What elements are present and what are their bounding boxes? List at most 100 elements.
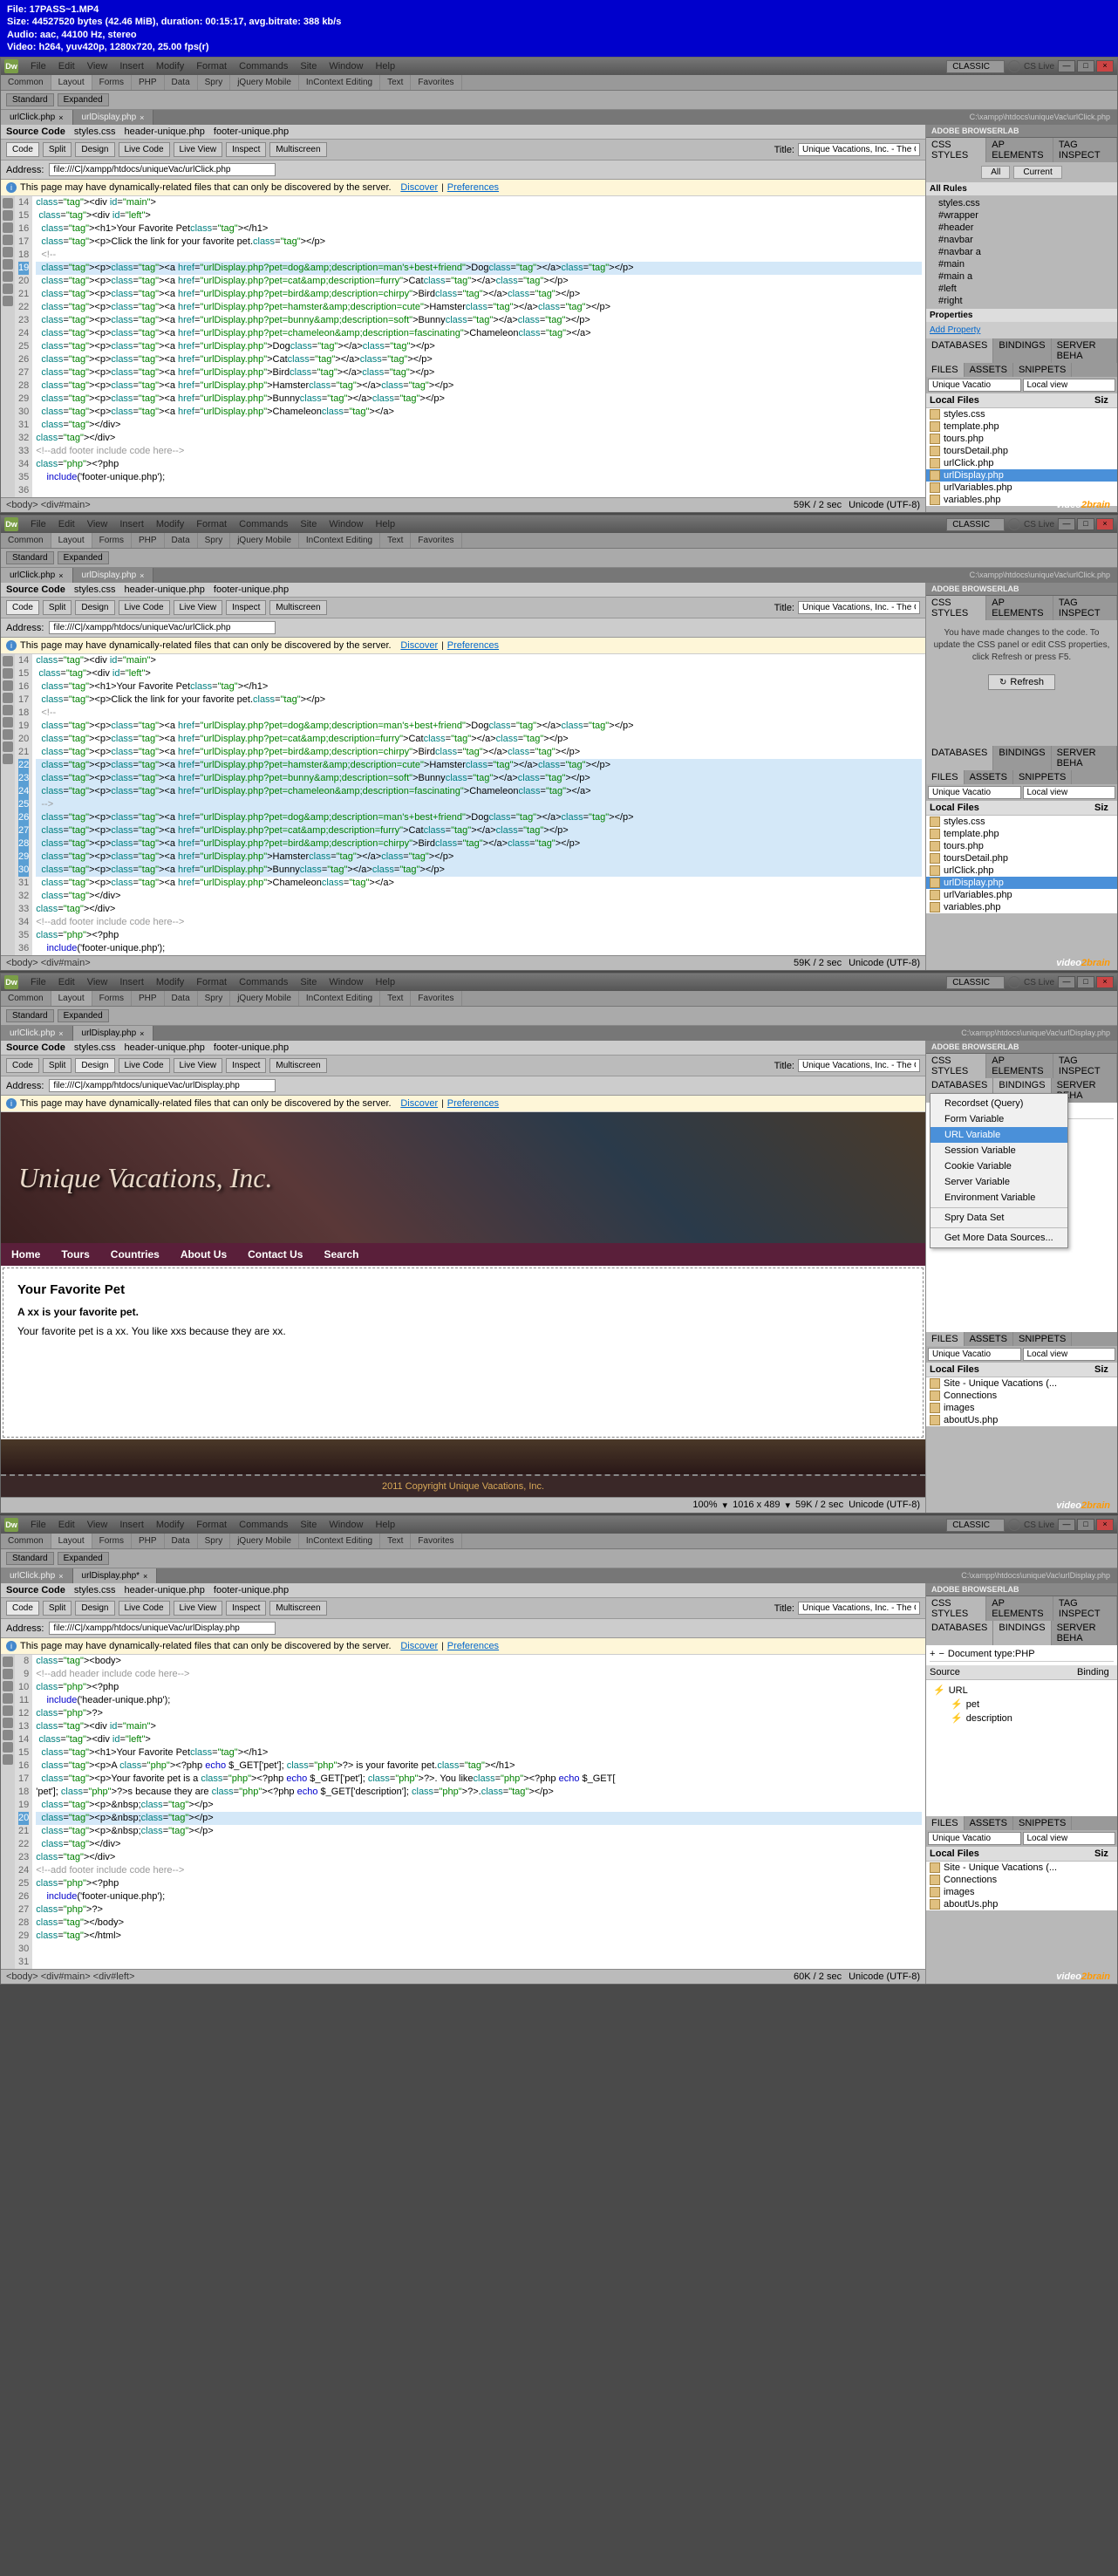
insert-tab-jquery-mobile[interactable]: jQuery Mobile [230,533,299,548]
insert-tab-text[interactable]: Text [380,991,411,1006]
cslive-link[interactable]: CS Live [1024,62,1054,72]
insert-tab-data[interactable]: Data [165,1534,198,1548]
search-icon[interactable] [1008,976,1020,988]
min-button[interactable]: — [1058,1519,1075,1531]
menu-view[interactable]: View [82,1518,113,1532]
menu-item[interactable]: Cookie Variable [931,1158,1067,1174]
menu-item[interactable]: Form Variable [931,1111,1067,1127]
panel-tab[interactable]: ASSETS [965,770,1013,784]
discover-link[interactable]: Discover [400,1641,438,1651]
tag-selector[interactable]: <body> <div#main> [6,500,91,510]
insert-tab-favorites[interactable]: Favorites [411,75,461,90]
insert-tab-incontext-editing[interactable]: InContext Editing [299,991,380,1006]
doc-tab[interactable]: urlDisplay.php × [73,110,154,125]
view-code[interactable]: Code [6,600,39,615]
btn-multiscreen[interactable]: Multiscreen [269,600,326,615]
nav-countries[interactable]: Countries [111,1248,160,1261]
site-dropdown[interactable]: Unique Vacatio [928,1832,1021,1845]
file-row[interactable]: images [926,1886,1117,1898]
design-view[interactable]: Unique Vacations, Inc. HomeToursCountrie… [1,1112,925,1497]
btn-live-view[interactable]: Live View [174,600,223,615]
file-row[interactable]: urlVariables.php [926,889,1117,901]
insert-tab-common[interactable]: Common [1,533,51,548]
refresh-button[interactable]: ↻ Refresh [988,674,1055,690]
site-dropdown[interactable]: Unique Vacatio [928,786,1021,799]
preferences-link[interactable]: Preferences [447,640,499,651]
panel-tab[interactable]: TAG INSPECT [1053,138,1117,162]
related-file[interactable]: styles.css [74,1042,116,1053]
panel-tab[interactable]: DATABASES [926,338,993,363]
close-tab-icon[interactable]: × [58,571,63,580]
binding-item[interactable]: ⚡description [930,1712,1114,1725]
doc-tab[interactable]: urlClick.php × [1,1026,73,1041]
panel-tab[interactable]: BINDINGS [993,1621,1051,1645]
menu-site[interactable]: Site [295,59,322,73]
binding-item[interactable]: ⚡URL [930,1684,1114,1698]
panel-tab[interactable]: ASSETS [965,363,1013,377]
menu-file[interactable]: File [25,517,51,531]
insert-tab-spry[interactable]: Spry [198,533,231,548]
panel-tab[interactable]: BINDINGS [993,338,1051,363]
workspace-dropdown[interactable]: CLASSIC [946,60,1005,73]
btn-inspect[interactable]: Inspect [226,600,266,615]
code-area[interactable]: class="tag"><body><!--add header include… [32,1655,925,1969]
insert-tab-data[interactable]: Data [165,533,198,548]
related-file[interactable]: Source Code [6,1042,65,1053]
panel-tab[interactable]: SNIPPETS [1013,1332,1072,1346]
menu-edit[interactable]: Edit [53,517,80,531]
related-file[interactable]: Source Code [6,584,65,595]
menu-commands[interactable]: Commands [234,59,293,73]
title-input[interactable] [798,601,920,614]
panel-tab[interactable]: SNIPPETS [1013,770,1072,784]
panel-tab[interactable]: AP ELEMENTS [986,1054,1053,1078]
btn-inspect[interactable]: Inspect [226,1601,266,1616]
insert-tab-spry[interactable]: Spry [198,1534,231,1548]
close-tab-icon[interactable]: × [140,113,144,122]
insert-tab-php[interactable]: PHP [132,1534,165,1548]
cslive-link[interactable]: CS Live [1024,520,1054,530]
doc-tab[interactable]: urlDisplay.php × [73,1026,154,1041]
btn-live-code[interactable]: Live Code [119,1058,170,1073]
insert-tab-jquery-mobile[interactable]: jQuery Mobile [230,1534,299,1548]
insert-tab-data[interactable]: Data [165,75,198,90]
menu-window[interactable]: Window [324,975,368,989]
close-tab-icon[interactable]: × [58,1572,63,1581]
related-file[interactable]: styles.css [74,584,116,595]
menu-help[interactable]: Help [370,517,400,531]
layout-expanded[interactable]: Expanded [58,551,109,564]
panel-tab[interactable]: FILES [926,770,965,784]
close-button[interactable]: × [1096,1519,1114,1531]
preferences-link[interactable]: Preferences [447,182,499,193]
insert-tab-php[interactable]: PHP [132,75,165,90]
bindings-context-menu[interactable]: Recordset (Query)Form VariableURL Variab… [930,1093,1068,1248]
view-design[interactable]: Design [75,1601,114,1616]
insert-tab-data[interactable]: Data [165,991,198,1006]
view-split[interactable]: Split [43,142,72,157]
max-button[interactable]: □ [1077,60,1094,72]
insert-tab-spry[interactable]: Spry [198,991,231,1006]
search-icon[interactable] [1008,60,1020,72]
max-button[interactable]: □ [1077,976,1094,988]
file-row[interactable]: urlDisplay.php [926,469,1117,482]
address-input[interactable] [49,1079,276,1092]
insert-tab-favorites[interactable]: Favorites [411,1534,461,1548]
insert-tab-forms[interactable]: Forms [92,75,132,90]
panel-tab[interactable]: TAG INSPECT [1053,1054,1117,1078]
browserlab-panel[interactable]: ADOBE BROWSERLAB [926,583,1117,596]
view-design[interactable]: Design [75,600,114,615]
file-row[interactable]: styles.css [926,816,1117,828]
view-dropdown[interactable]: Local view [1023,379,1116,392]
menu-view[interactable]: View [82,59,113,73]
btn-multiscreen[interactable]: Multiscreen [269,1058,326,1073]
related-file[interactable]: footer-unique.php [214,1585,289,1595]
tag-selector[interactable]: <body> <div#main> [6,958,91,968]
file-row[interactable]: images [926,1402,1117,1414]
title-input[interactable] [798,1059,920,1072]
btn-live-code[interactable]: Live Code [119,1601,170,1616]
panel-tab[interactable]: CSS STYLES [926,596,986,620]
related-file[interactable]: footer-unique.php [214,126,289,137]
menu-file[interactable]: File [25,975,51,989]
insert-tab-common[interactable]: Common [1,75,51,90]
layout-expanded[interactable]: Expanded [58,93,109,106]
panel-tab[interactable]: AP ELEMENTS [986,1596,1053,1621]
